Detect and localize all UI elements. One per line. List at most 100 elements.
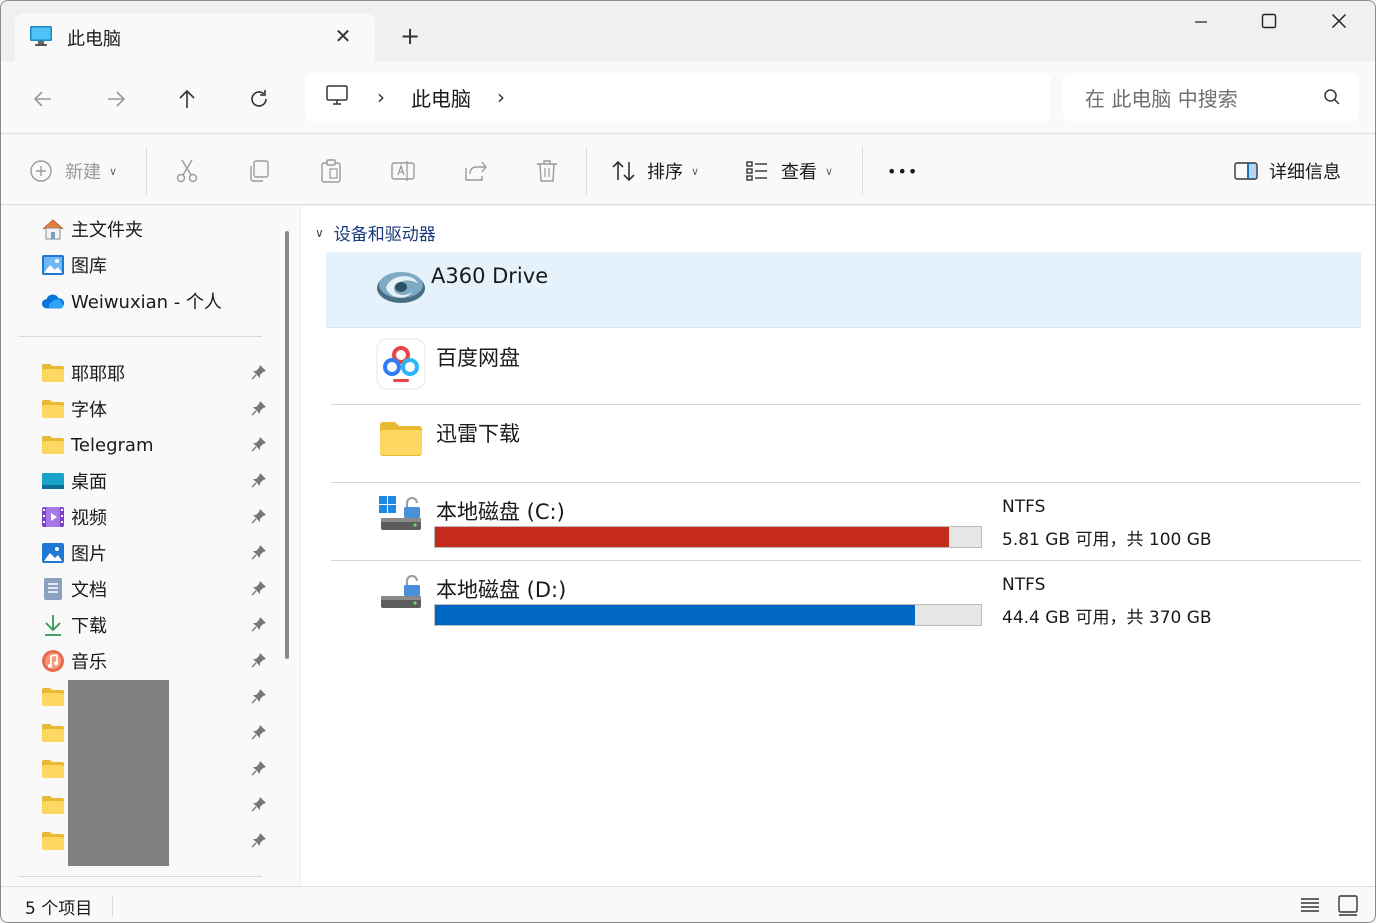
item-name: A360 Drive — [431, 264, 549, 288]
arrow-left-icon — [33, 91, 51, 107]
clipboard-icon — [321, 159, 341, 183]
pin-icon[interactable] — [251, 688, 267, 709]
maximize-icon — [1261, 13, 1277, 29]
pin-icon[interactable] — [251, 760, 267, 781]
pin-icon[interactable] — [251, 796, 267, 817]
pin-icon[interactable] — [251, 616, 267, 637]
drive-free-space: 5.81 GB 可用，共 100 GB — [1002, 530, 1212, 550]
pin-icon[interactable] — [251, 400, 267, 421]
sidebar-item-label: 音乐 — [71, 652, 107, 673]
sidebar-item-pinned[interactable]: 耶耶耶 — [41, 358, 273, 388]
maximize-button[interactable] — [1239, 7, 1299, 41]
sidebar-item-pinned[interactable]: 视频 — [41, 502, 273, 532]
forward-button[interactable] — [98, 81, 134, 117]
chevron-down-icon[interactable]: ∨ — [315, 226, 324, 240]
item-drive-c[interactable]: 本地磁盘 (C:) NTFS 5.81 GB 可用，共 100 GB — [331, 484, 1361, 560]
toolbar-divider — [586, 147, 587, 195]
pin-icon[interactable] — [251, 652, 267, 673]
search-box[interactable]: 在 此电脑 中搜索 — [1063, 73, 1359, 121]
breadcrumb-this-pc[interactable]: 此电脑 — [411, 83, 471, 112]
drive-filesystem: NTFS — [1002, 497, 1046, 517]
pin-icon[interactable] — [251, 544, 267, 565]
sidebar-item-pinned[interactable]: 音乐 — [41, 646, 273, 676]
sidebar-item-gallery[interactable]: 图库 — [41, 250, 273, 280]
item-name: 迅雷下载 — [436, 422, 520, 446]
refresh-button[interactable] — [241, 81, 277, 117]
folder-icon — [41, 757, 65, 781]
item-baidu-netdisk[interactable]: 百度网盘 — [331, 330, 1361, 406]
trash-icon — [537, 160, 557, 182]
plus-circle-icon — [30, 160, 52, 182]
chevron-down-icon: ∨ — [109, 164, 118, 178]
address-bar[interactable]: › 此电脑 › — [305, 73, 1051, 121]
pin-icon[interactable] — [251, 508, 267, 529]
paste-button[interactable] — [318, 155, 344, 187]
large-icons-view-icon[interactable] — [1337, 894, 1359, 920]
delete-button[interactable] — [534, 155, 560, 187]
sidebar-item-pinned[interactable]: 下载 — [41, 610, 273, 640]
drive-usage-fill — [435, 605, 916, 625]
close-window-button[interactable] — [1309, 7, 1369, 41]
sidebar-item-home[interactable]: 主文件夹 — [41, 214, 273, 244]
sidebar-divider — [19, 336, 262, 337]
pin-icon[interactable] — [251, 472, 267, 493]
rename-button[interactable] — [390, 155, 416, 187]
search-icon[interactable] — [1323, 87, 1341, 111]
sidebar-item-pinned[interactable]: 桌面 — [41, 466, 273, 496]
arrow-right-icon — [108, 91, 126, 107]
sort-button[interactable]: 排序 ∨ — [611, 155, 699, 187]
more-icon: ••• — [887, 161, 919, 181]
sidebar-item-pinned[interactable]: 字体 — [41, 394, 273, 424]
cut-button[interactable] — [174, 155, 200, 187]
pin-icon[interactable] — [251, 436, 267, 457]
sidebar-item-onedrive[interactable]: Weiwuxian - 个人 — [41, 286, 273, 316]
toolbar-divider — [146, 147, 147, 195]
status-bar: 5 个项目 — [1, 886, 1375, 922]
sidebar-item-pinned[interactable]: 文档 — [41, 574, 273, 604]
folder-icon — [41, 433, 65, 457]
desktop-icon — [41, 469, 65, 493]
folder-icon — [41, 829, 65, 853]
group-label: 设备和驱动器 — [333, 225, 436, 245]
back-button[interactable] — [25, 81, 61, 117]
details-pane-button[interactable]: 详细信息 — [1233, 155, 1341, 187]
gallery-icon — [41, 253, 65, 277]
command-bar: 新建 ∨ 排序 ∨ 查看 ∨ ••• 详细信息 — [1, 135, 1375, 205]
sidebar-divider — [19, 876, 262, 877]
row-divider — [331, 404, 1361, 405]
pictures-icon — [41, 541, 65, 565]
item-a360-drive[interactable]: A360 Drive — [326, 252, 1361, 328]
folder-icon — [41, 361, 65, 385]
minimize-button[interactable] — [1171, 7, 1231, 41]
chevron-right-icon[interactable]: › — [377, 85, 385, 109]
documents-icon — [41, 577, 65, 601]
pin-icon[interactable] — [251, 580, 267, 601]
share-icon — [465, 161, 487, 181]
pin-icon[interactable] — [251, 724, 267, 745]
chevron-right-icon[interactable]: › — [497, 85, 505, 109]
sidebar-scrollbar[interactable] — [285, 231, 289, 659]
up-button[interactable] — [169, 81, 205, 117]
tab-this-pc[interactable]: 此电脑 ✕ — [15, 14, 375, 61]
content-pane: ∨ 设备和驱动器 A360 Drive 百度网盘 迅雷下载 本地磁盘 (C:) … — [301, 206, 1375, 886]
new-button[interactable]: 新建 ∨ — [29, 155, 117, 187]
tab-close-icon[interactable]: ✕ — [331, 24, 355, 48]
arrow-up-icon — [179, 89, 195, 108]
local-drive-icon — [379, 572, 425, 616]
sidebar-item-pinned[interactable]: Telegram — [41, 430, 273, 460]
view-button[interactable]: 查看 ∨ — [745, 155, 833, 187]
more-options-button[interactable]: ••• — [887, 155, 918, 187]
item-drive-d[interactable]: 本地磁盘 (D:) NTFS 44.4 GB 可用，共 370 GB — [331, 562, 1361, 638]
pin-icon[interactable] — [251, 832, 267, 853]
status-divider — [112, 895, 113, 917]
new-tab-button[interactable]: + — [397, 21, 423, 51]
folder-icon — [41, 685, 65, 709]
share-button[interactable] — [462, 155, 488, 187]
item-xunlei-download[interactable]: 迅雷下载 — [331, 406, 1361, 482]
group-header-devices[interactable]: ∨ 设备和驱动器 — [315, 220, 436, 245]
row-divider — [331, 482, 1361, 483]
copy-button[interactable] — [246, 155, 272, 187]
pin-icon[interactable] — [251, 364, 267, 385]
sidebar-item-pinned[interactable]: 图片 — [41, 538, 273, 568]
details-view-icon[interactable] — [1299, 895, 1321, 919]
